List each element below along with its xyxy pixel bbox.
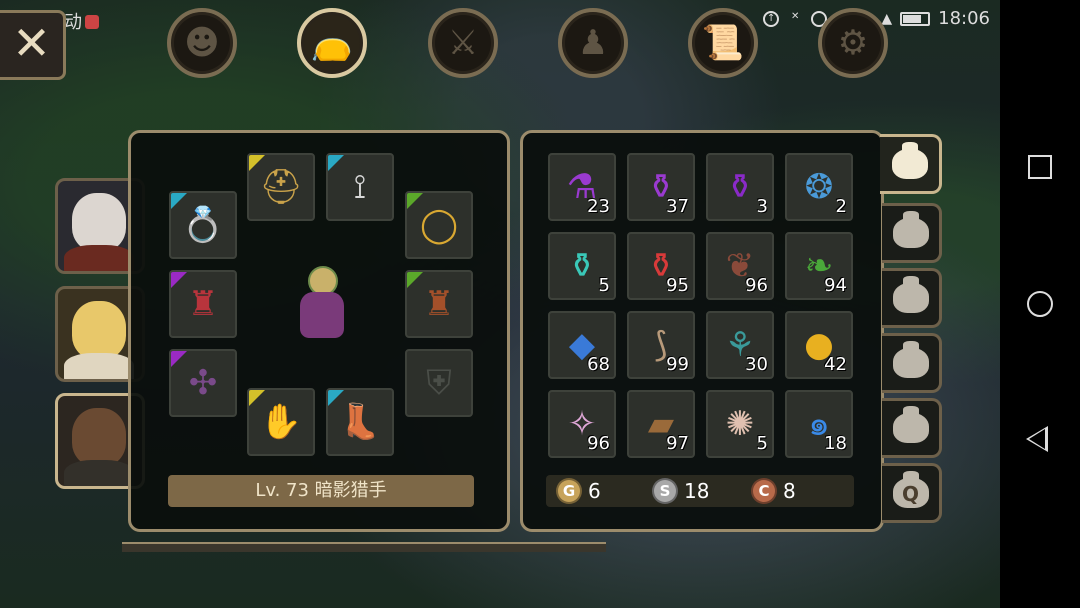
inventory-slot[interactable]: ⚗ 23: [548, 153, 616, 221]
purple-potion-large-icon: ⚱: [725, 167, 755, 207]
back-icon[interactable]: [1026, 426, 1048, 452]
inventory-slot[interactable]: ✺ 5: [706, 390, 774, 458]
inventory-slot[interactable]: ๑ 18: [785, 390, 853, 458]
level-class-label: Lv. 73 暗影猎手: [168, 475, 474, 507]
copper-currency: C 8: [751, 478, 796, 504]
close-icon: ✕: [12, 16, 51, 70]
bag-icon: [892, 406, 929, 443]
equip-slot-cloak[interactable]: ♜: [405, 270, 473, 338]
inventory-slot[interactable]: ● 42: [785, 311, 853, 379]
teal-potion-icon: ⚱: [567, 246, 597, 286]
silver-amount: 18: [684, 479, 710, 503]
tab-character[interactable]: ☻: [167, 8, 237, 78]
recent-apps-icon[interactable]: [1028, 155, 1052, 179]
close-button[interactable]: ✕: [0, 10, 66, 80]
brown-cloak-icon: ♜: [423, 284, 455, 324]
silver-coin-icon: S: [652, 478, 678, 504]
equip-slot-armor[interactable]: ♜: [169, 270, 237, 338]
bag-tab-3[interactable]: [882, 268, 942, 328]
data-speed-icon: ↑: [763, 10, 780, 27]
home-icon[interactable]: [1027, 291, 1053, 317]
bag-tab-2[interactable]: [882, 203, 942, 263]
equip-slot-shield[interactable]: ⛨: [405, 349, 473, 417]
tab-quests[interactable]: 📜: [688, 8, 758, 78]
crossbow-icon: ✣: [188, 363, 218, 403]
gold-helmet-icon: ⛑: [259, 167, 303, 207]
inventory-slot[interactable]: ⚘ 30: [706, 311, 774, 379]
inventory-slot[interactable]: ✧ 96: [548, 390, 616, 458]
equip-slot-ring-left[interactable]: 💍: [169, 191, 237, 259]
inventory-slot[interactable]: ⚱ 37: [627, 153, 695, 221]
bag-tab-4[interactable]: [882, 333, 942, 393]
equip-slot-weapon[interactable]: ✣: [169, 349, 237, 417]
bag-tab-5[interactable]: [882, 398, 942, 458]
people-icon: ♟: [577, 23, 609, 63]
gold-ring-gem-icon: 💍: [181, 205, 225, 245]
red-armor-icon: ♜: [187, 284, 219, 324]
battery-icon: [900, 11, 931, 26]
gold-gauntlet-icon: ✋: [259, 402, 303, 442]
gold-currency: G 6: [556, 478, 601, 504]
tab-party[interactable]: ♟: [558, 8, 628, 78]
map-pin-icon: [85, 15, 99, 29]
avatar: [72, 193, 126, 251]
inventory-slot[interactable]: ❧ 94: [785, 232, 853, 300]
quest-bag-icon: Q: [892, 471, 929, 508]
inventory-slot[interactable]: ▰ 97: [627, 390, 695, 458]
steel-boots-icon: 👢: [338, 402, 382, 442]
equip-slot-necklace[interactable]: ⟟: [326, 153, 394, 221]
tab-skills[interactable]: ⚔: [428, 8, 498, 78]
bag-icon: [892, 211, 929, 248]
inventory-slot[interactable]: ⚱ 95: [627, 232, 695, 300]
bag-tab-1[interactable]: [880, 134, 942, 194]
equip-slot-boots[interactable]: 👢: [326, 388, 394, 456]
inventory-slot[interactable]: ❦ 96: [706, 232, 774, 300]
bag-icon: 👝: [310, 23, 354, 63]
gear-icon: ⚙: [837, 23, 869, 63]
silver-necklace-icon: ⟟: [353, 167, 367, 207]
bag-tab-quest[interactable]: Q: [882, 463, 942, 523]
equip-slot-helmet[interactable]: ⛑: [247, 153, 315, 221]
bag-icon: [891, 142, 928, 179]
inventory-slot[interactable]: ⚱ 3: [706, 153, 774, 221]
avatar: [72, 408, 126, 466]
avatar: [72, 301, 126, 359]
copper-coin-icon: C: [751, 478, 777, 504]
tab-settings[interactable]: ⚙: [818, 8, 888, 78]
equip-slot-gloves[interactable]: ✋: [247, 388, 315, 456]
head-silhouette-icon: ☻: [184, 23, 220, 63]
android-nav-bar: [1000, 0, 1080, 608]
tab-inventory[interactable]: 👝: [297, 8, 367, 78]
inventory-slot[interactable]: ⚱ 5: [548, 232, 616, 300]
hero-figure: [292, 266, 352, 342]
inventory-slot[interactable]: ❂ 2: [785, 153, 853, 221]
gold-amount: 6: [588, 479, 601, 503]
panel-divider: [122, 542, 606, 552]
gold-coin-icon: G: [556, 478, 582, 504]
equip-slot-ring-right[interactable]: ◯: [405, 191, 473, 259]
inventory-slot[interactable]: ◆ 68: [548, 311, 616, 379]
mute-icon: ✕: [791, 10, 800, 22]
silver-currency: S 18: [652, 478, 709, 504]
bag-icon: [892, 341, 929, 378]
sword-icon: ⚔: [447, 23, 479, 63]
currency-bar: G 6 S 18 C 8: [546, 475, 854, 507]
gold-ring-icon: ◯: [419, 205, 459, 245]
copper-amount: 8: [783, 479, 796, 503]
scroll-icon: 📜: [701, 23, 745, 63]
shield-icon: ⛨: [426, 363, 452, 403]
bag-icon: [892, 276, 929, 313]
blue-egg-cluster-icon: ❂: [804, 167, 834, 207]
pink-cloth-icon: ✺: [725, 404, 755, 444]
inventory-slot[interactable]: ⟆ 99: [627, 311, 695, 379]
clock: 18:06: [938, 8, 990, 29]
